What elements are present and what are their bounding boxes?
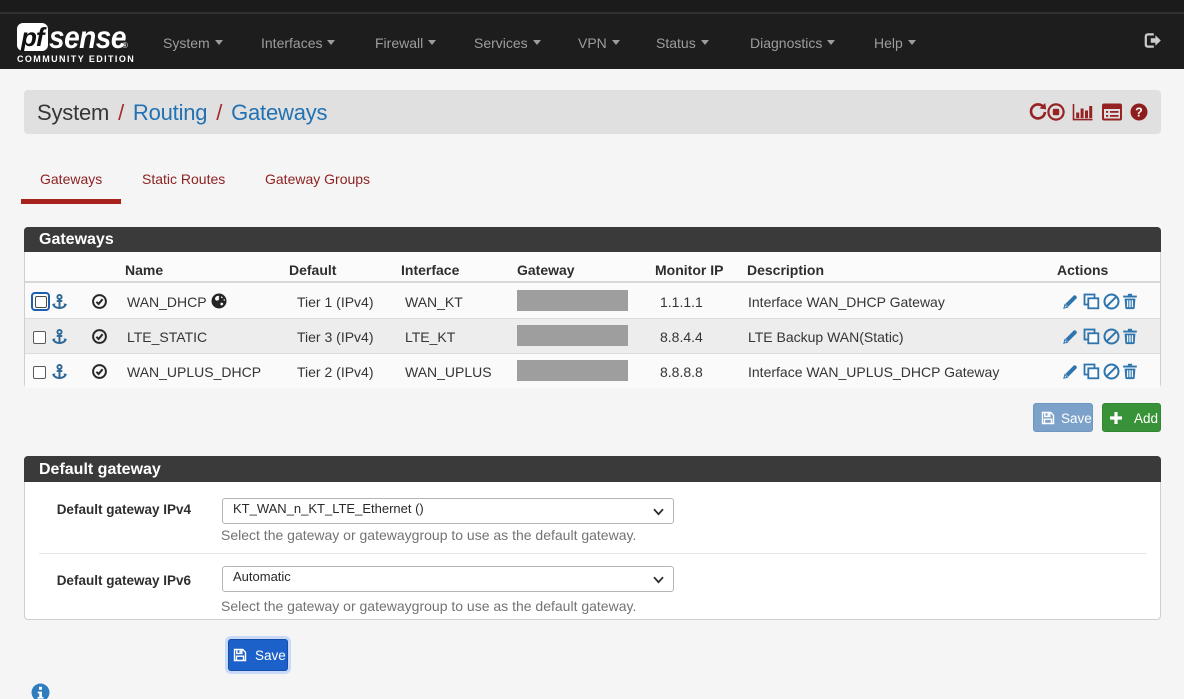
svg-text:?: ? — [1135, 105, 1143, 119]
